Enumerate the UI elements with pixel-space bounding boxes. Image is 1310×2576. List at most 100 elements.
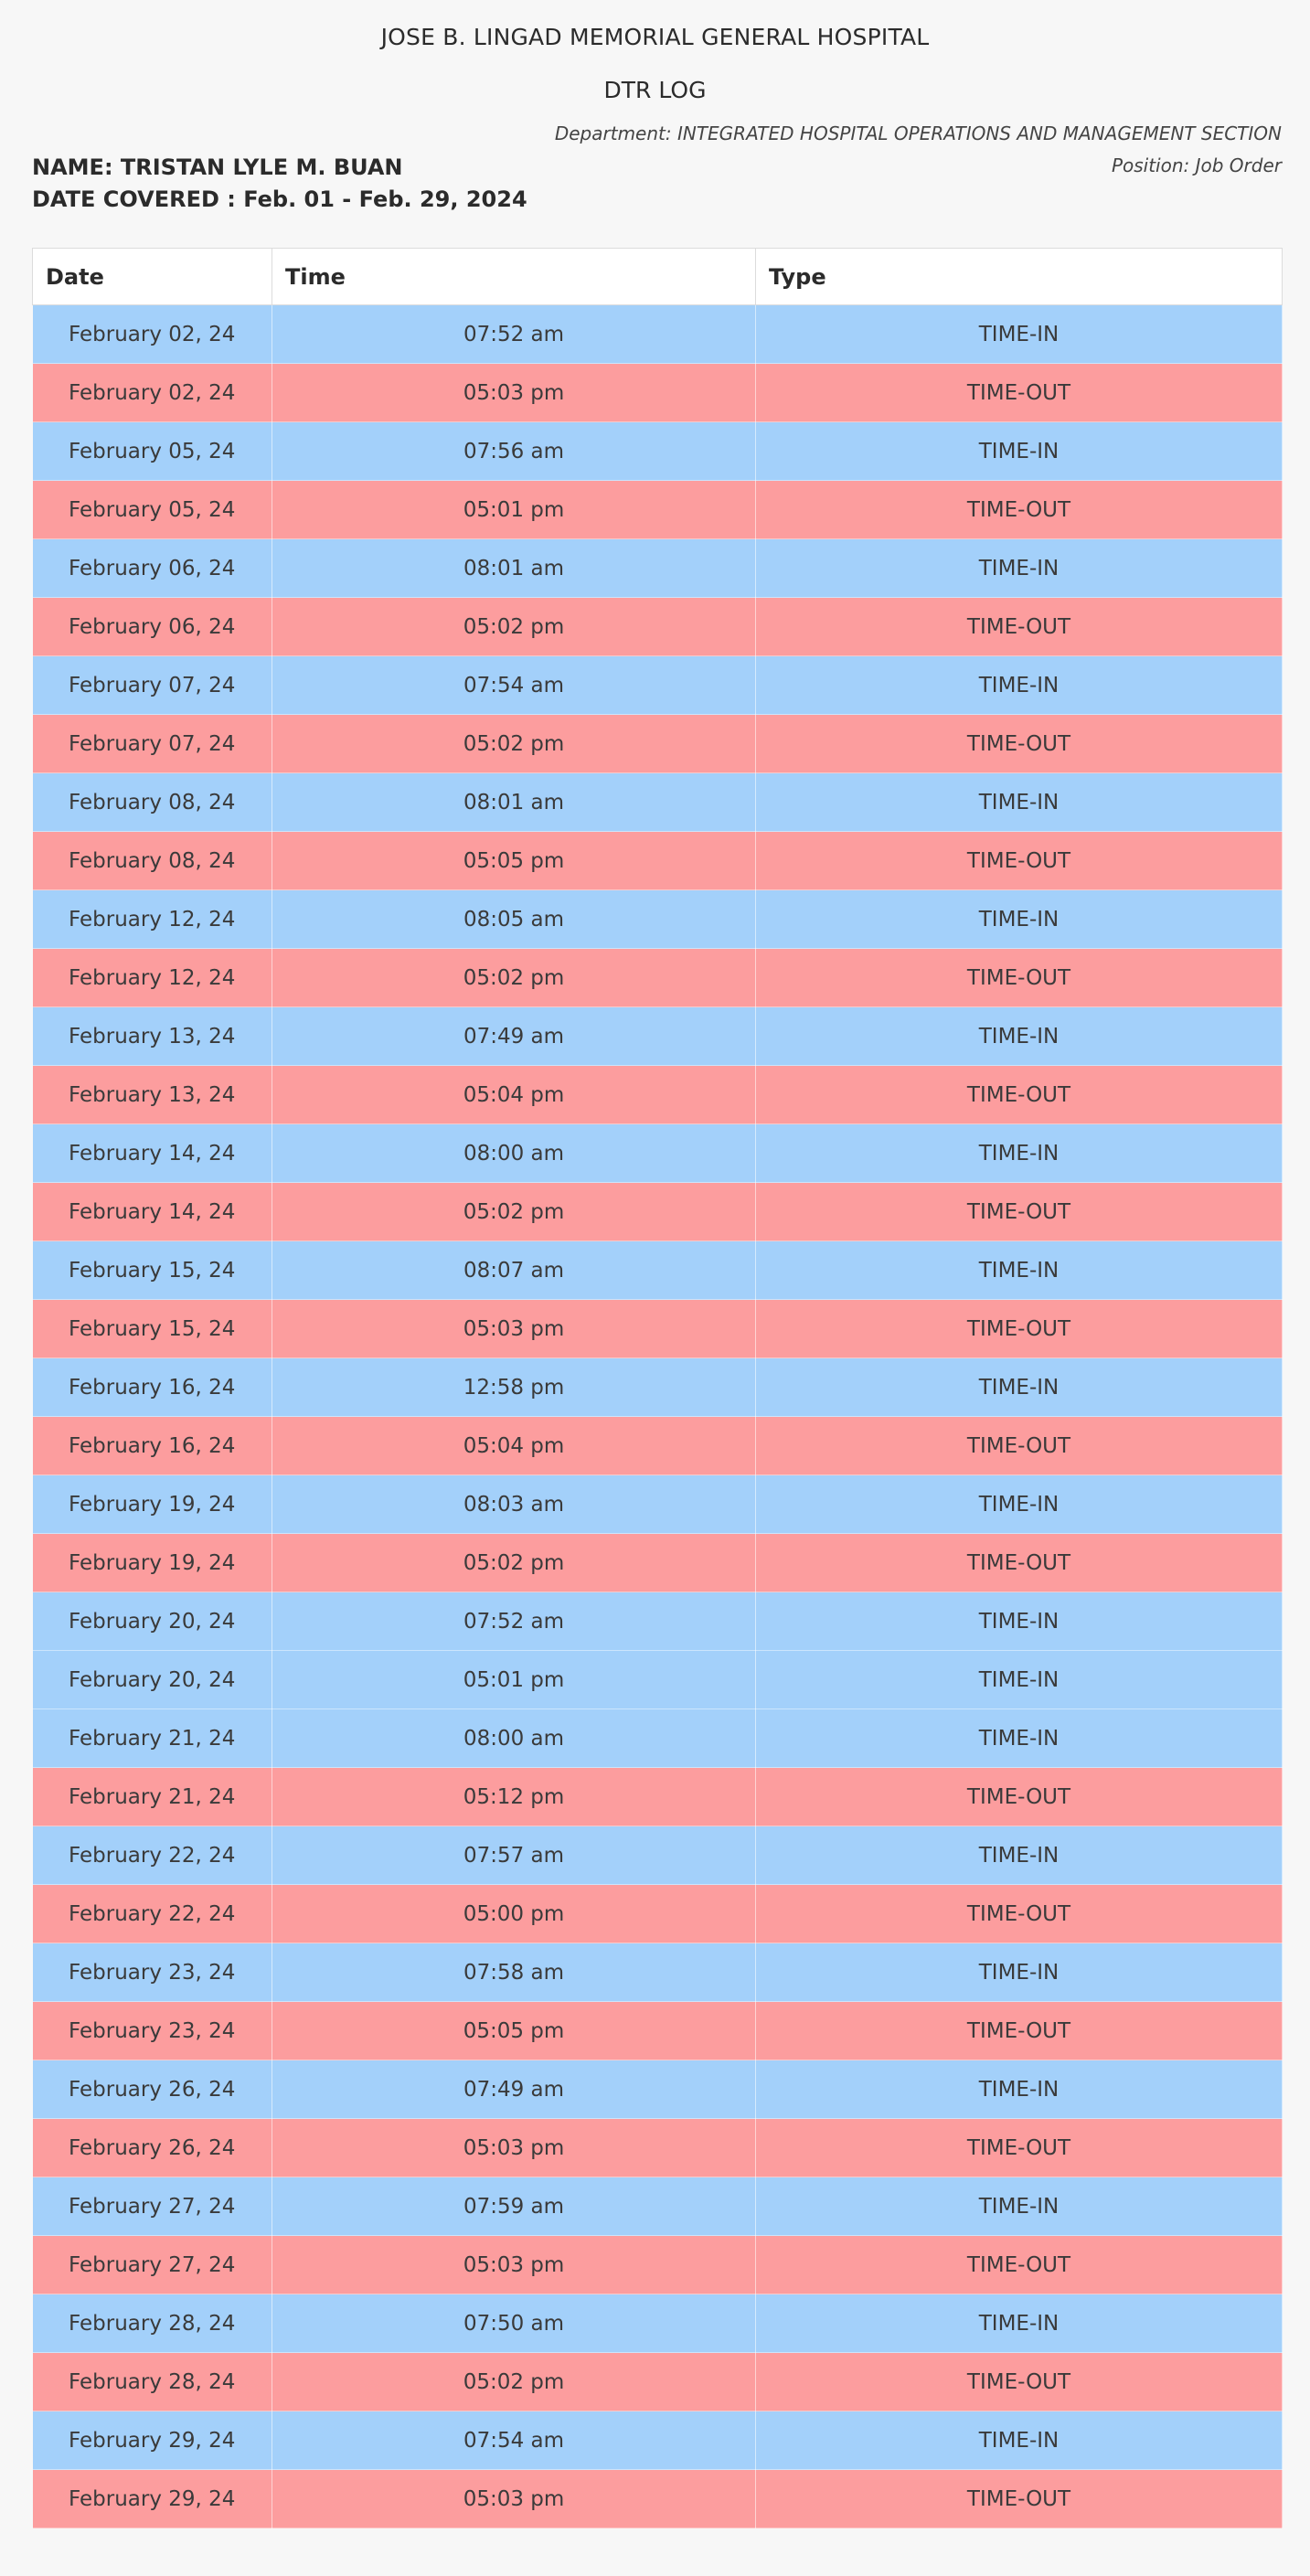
type-cell: TIME-OUT: [755, 1416, 1283, 1475]
time-cell: 05:05 pm: [272, 2001, 756, 2060]
time-cell: 08:05 am: [272, 889, 756, 949]
type-cell: TIME-OUT: [755, 2118, 1283, 2177]
table-row: February 05, 24 07:56 am TIME-IN: [32, 421, 1283, 481]
table-row: February 21, 24 08:00 am TIME-IN: [32, 1708, 1283, 1768]
type-cell: TIME-OUT: [755, 480, 1283, 539]
column-header-date[interactable]: Date: [32, 248, 272, 305]
type-cell: TIME-IN: [755, 772, 1283, 832]
time-cell: 07:56 am: [272, 421, 756, 481]
time-cell: 07:49 am: [272, 1006, 756, 1066]
date-cell: February 20, 24: [32, 1591, 272, 1651]
time-cell: 07:58 am: [272, 1943, 756, 2002]
date-cell: February 21, 24: [32, 1708, 272, 1768]
date-cell: February 02, 24: [32, 363, 272, 422]
time-cell: 07:59 am: [272, 2177, 756, 2236]
column-header-type[interactable]: Type: [755, 248, 1283, 305]
time-cell: 05:04 pm: [272, 1065, 756, 1124]
type-cell: TIME-OUT: [755, 2235, 1283, 2294]
type-cell: TIME-IN: [755, 1826, 1283, 1885]
date-cell: February 05, 24: [32, 480, 272, 539]
table-row: February 16, 24 05:04 pm TIME-OUT: [32, 1416, 1283, 1475]
table-row: February 06, 24 08:01 am TIME-IN: [32, 538, 1283, 598]
type-cell: TIME-OUT: [755, 1767, 1283, 1826]
table-row: February 07, 24 07:54 am TIME-IN: [32, 655, 1283, 715]
date-cell: February 13, 24: [32, 1006, 272, 1066]
table-row: February 02, 24 05:03 pm TIME-OUT: [32, 363, 1283, 422]
date-covered: DATE COVERED : Feb. 01 - Feb. 29, 2024: [32, 186, 527, 212]
time-cell: 05:04 pm: [272, 1416, 756, 1475]
table-row: February 22, 24 07:57 am TIME-IN: [32, 1826, 1283, 1885]
type-cell: TIME-IN: [755, 421, 1283, 481]
type-cell: TIME-IN: [755, 1943, 1283, 2002]
type-cell: TIME-IN: [755, 2177, 1283, 2236]
table-row: February 14, 24 05:02 pm TIME-OUT: [32, 1182, 1283, 1241]
type-cell: TIME-IN: [755, 1006, 1283, 1066]
type-cell: TIME-OUT: [755, 363, 1283, 422]
table-row: February 27, 24 05:03 pm TIME-OUT: [32, 2235, 1283, 2294]
table-row: February 08, 24 05:05 pm TIME-OUT: [32, 831, 1283, 890]
dtr-log-page: JOSE B. LINGAD MEMORIAL GENERAL HOSPITAL…: [0, 0, 1310, 2576]
date-cell: February 16, 24: [32, 1416, 272, 1475]
time-cell: 05:03 pm: [272, 2235, 756, 2294]
type-cell: TIME-OUT: [755, 1533, 1283, 1592]
column-header-time[interactable]: Time: [272, 248, 756, 305]
type-cell: TIME-IN: [755, 304, 1283, 364]
table-row: February 23, 24 05:05 pm TIME-OUT: [32, 2001, 1283, 2060]
table-row: February 29, 24 07:54 am TIME-IN: [32, 2411, 1283, 2470]
table-row: February 29, 24 05:03 pm TIME-OUT: [32, 2469, 1283, 2528]
time-cell: 08:00 am: [272, 1708, 756, 1768]
time-cell: 05:05 pm: [272, 831, 756, 890]
date-cell: February 28, 24: [32, 2294, 272, 2353]
type-cell: TIME-IN: [755, 1240, 1283, 1300]
type-cell: TIME-IN: [755, 1591, 1283, 1651]
type-cell: TIME-IN: [755, 1123, 1283, 1183]
time-cell: 05:02 pm: [272, 1533, 756, 1592]
time-cell: 08:01 am: [272, 772, 756, 832]
type-cell: TIME-IN: [755, 1474, 1283, 1534]
time-cell: 05:02 pm: [272, 948, 756, 1007]
table-row: February 21, 24 05:12 pm TIME-OUT: [32, 1767, 1283, 1826]
log-title: DTR LOG: [603, 77, 707, 103]
time-cell: 12:58 pm: [272, 1357, 756, 1417]
table-row: February 13, 24 05:04 pm TIME-OUT: [32, 1065, 1283, 1124]
time-cell: 05:01 pm: [272, 480, 756, 539]
date-cell: February 14, 24: [32, 1123, 272, 1183]
table-row: February 28, 24 07:50 am TIME-IN: [32, 2294, 1283, 2353]
table-row: February 02, 24 07:52 am TIME-IN: [32, 304, 1283, 364]
time-cell: 05:12 pm: [272, 1767, 756, 1826]
date-cell: February 23, 24: [32, 2001, 272, 2060]
type-cell: TIME-OUT: [755, 1884, 1283, 1943]
date-cell: February 21, 24: [32, 1767, 272, 1826]
table-row: February 20, 24 05:01 pm TIME-IN: [32, 1650, 1283, 1709]
date-cell: February 22, 24: [32, 1826, 272, 1885]
date-cell: February 15, 24: [32, 1240, 272, 1300]
time-cell: 05:02 pm: [272, 597, 756, 656]
time-cell: 05:03 pm: [272, 1299, 756, 1358]
type-cell: TIME-IN: [755, 1357, 1283, 1417]
time-cell: 08:00 am: [272, 1123, 756, 1183]
time-cell: 05:02 pm: [272, 2352, 756, 2411]
table-row: February 28, 24 05:02 pm TIME-OUT: [32, 2352, 1283, 2411]
department-label: Department: INTEGRATED HOSPITAL OPERATIO…: [554, 122, 1282, 144]
table-row: February 16, 24 12:58 pm TIME-IN: [32, 1357, 1283, 1417]
type-cell: TIME-OUT: [755, 2352, 1283, 2411]
type-cell: TIME-IN: [755, 1708, 1283, 1768]
time-cell: 07:52 am: [272, 304, 756, 364]
table-row: February 15, 24 05:03 pm TIME-OUT: [32, 1299, 1283, 1358]
time-cell: 05:03 pm: [272, 2469, 756, 2528]
table-row: February 12, 24 08:05 am TIME-IN: [32, 889, 1283, 949]
time-cell: 05:02 pm: [272, 1182, 756, 1241]
type-cell: TIME-OUT: [755, 1065, 1283, 1124]
table-header-row: Date Time Type: [32, 248, 1283, 305]
table-row: February 20, 24 07:52 am TIME-IN: [32, 1591, 1283, 1651]
date-cell: February 12, 24: [32, 889, 272, 949]
date-cell: February 12, 24: [32, 948, 272, 1007]
type-cell: TIME-OUT: [755, 2001, 1283, 2060]
date-cell: February 02, 24: [32, 304, 272, 364]
time-cell: 05:00 pm: [272, 1884, 756, 1943]
date-cell: February 26, 24: [32, 2118, 272, 2177]
time-cell: 07:57 am: [272, 1826, 756, 1885]
table-row: February 05, 24 05:01 pm TIME-OUT: [32, 480, 1283, 539]
type-cell: TIME-OUT: [755, 948, 1283, 1007]
table-row: February 15, 24 08:07 am TIME-IN: [32, 1240, 1283, 1300]
